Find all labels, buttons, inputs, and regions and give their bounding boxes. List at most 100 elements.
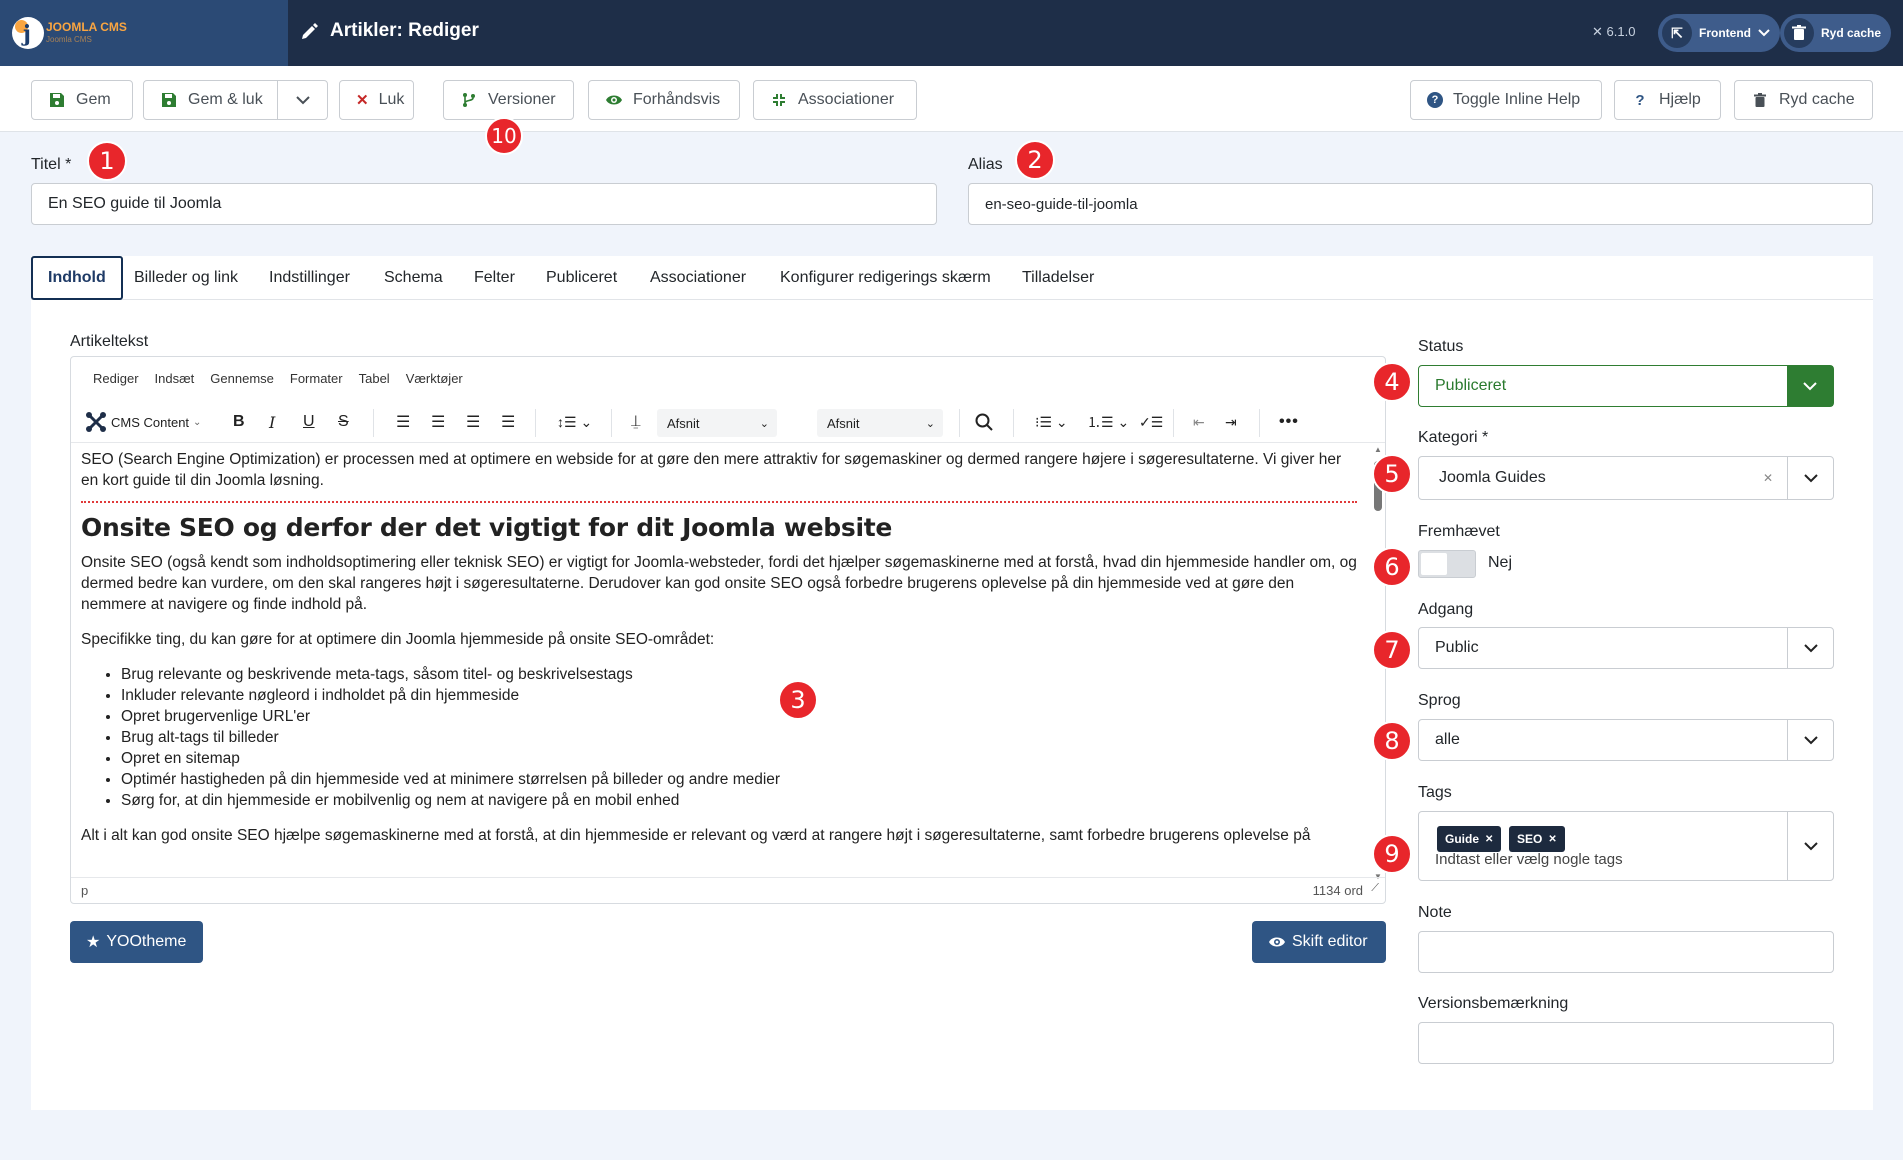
tab-permissions[interactable]: Tilladelser — [1022, 256, 1094, 300]
checklist-icon: ✓☰ — [1139, 413, 1164, 430]
floppy-disk-icon — [50, 93, 64, 107]
align-right-button[interactable]: ☰ — [466, 401, 480, 443]
tab-options[interactable]: Indstillinger — [269, 256, 350, 300]
alias-input[interactable]: en-seo-guide-til-joomla — [968, 183, 1873, 225]
remove-tag-icon[interactable]: ✕ — [1548, 834, 1556, 845]
chevron-down-icon — [1787, 628, 1833, 668]
indent-button[interactable]: ⇥ — [1225, 401, 1237, 443]
alias-label: Alias — [968, 156, 1003, 173]
versions-button[interactable]: Versioner — [443, 80, 574, 120]
tag-chip-guide[interactable]: Guide ✕ — [1437, 826, 1502, 852]
element-path[interactable]: p — [81, 883, 88, 898]
underline-button[interactable]: U — [303, 401, 315, 443]
featured-value: Nej — [1488, 554, 1513, 571]
menu-view[interactable]: Gennemse — [210, 371, 274, 393]
clear-icon[interactable]: ✕ — [1763, 471, 1773, 485]
line-height-dropdown[interactable]: ↕☰ ⌄ — [557, 401, 592, 443]
save-button[interactable]: Gem — [31, 80, 133, 120]
checklist-button[interactable]: ✓☰ — [1139, 401, 1163, 443]
menu-table[interactable]: Tabel — [359, 371, 390, 393]
bold-button[interactable]: B — [233, 401, 245, 443]
outdent-icon: ⇤ — [1193, 413, 1205, 430]
toolbar-separator — [535, 409, 536, 437]
font-format-select[interactable]: Afsnit ⌄ — [817, 409, 943, 437]
logo-text: JOOMLA CMS — [46, 20, 127, 34]
tab-images-links[interactable]: Billeder og link — [134, 256, 238, 300]
access-select[interactable]: Public — [1418, 627, 1834, 669]
tab-fields[interactable]: Felter — [474, 256, 515, 300]
featured-toggle[interactable] — [1418, 550, 1476, 578]
access-value: Public — [1435, 639, 1479, 656]
question-circle-icon: ? — [1427, 92, 1443, 108]
remove-tag-icon[interactable]: ✕ — [1485, 834, 1493, 845]
header-clear-cache-button[interactable]: Ryd cache — [1780, 14, 1892, 52]
cms-content-label: CMS Content — [111, 414, 190, 430]
resize-handle-icon[interactable]: ⟋ — [1371, 882, 1379, 895]
align-center-button[interactable]: ☰ — [431, 401, 445, 443]
toggle-inline-help-button[interactable]: ? Toggle Inline Help — [1410, 80, 1602, 120]
toolbar-separator — [1013, 409, 1014, 437]
callout-badge-9: 9 — [1372, 834, 1412, 874]
tag-chip-seo[interactable]: SEO ✕ — [1509, 826, 1565, 852]
close-button[interactable]: ✕ Luk — [339, 80, 414, 120]
menu-insert[interactable]: Indsæt — [155, 371, 195, 393]
note-input[interactable] — [1418, 931, 1834, 973]
page-title: Artikler: Rediger — [300, 20, 479, 42]
associations-button[interactable]: Associationer — [753, 80, 917, 120]
version-note-input[interactable] — [1418, 1022, 1834, 1064]
joomla-logo-icon — [12, 17, 44, 49]
scroll-up-icon: ▲ — [1374, 445, 1382, 454]
bold-icon: B — [233, 413, 245, 430]
tab-publishing[interactable]: Publiceret — [546, 256, 617, 300]
chevron-down-icon: ⌄ — [759, 417, 769, 430]
logo-area[interactable]: JOOMLA CMS Joomla CMS — [0, 0, 288, 66]
title-input[interactable]: En SEO guide til Joomla — [31, 183, 937, 225]
language-select[interactable]: alle — [1418, 719, 1834, 761]
cms-content-dropdown[interactable]: CMS Content ⌄ — [85, 401, 201, 443]
editor-statusbar: p 1134 ord ⟋ — [71, 877, 1385, 903]
toolbar: Gem Gem & luk ✕ Luk Versioner Forhåndsvi… — [0, 66, 1903, 132]
yootheme-button[interactable]: ★ YOOtheme — [70, 921, 203, 963]
block-format-select[interactable]: Afsnit ⌄ — [657, 409, 777, 437]
status-select[interactable]: Publiceret — [1418, 365, 1834, 407]
tab-schema[interactable]: Schema — [384, 256, 443, 300]
italic-button[interactable]: I — [269, 401, 275, 443]
clear-cache-label: Ryd cache — [1779, 91, 1855, 108]
editor-menubar: Rediger Indsæt Gennemse Formater Tabel V… — [71, 357, 1385, 393]
save-options-dropdown[interactable] — [278, 80, 328, 120]
external-link-icon: ⇱ — [1662, 18, 1692, 48]
justify-button[interactable]: ☰ — [501, 401, 515, 443]
tags-select[interactable]: Guide ✕ SEO ✕ Indtast eller vælg nogle t… — [1418, 811, 1834, 881]
editor-content[interactable]: SEO (Search Engine Optimization) er proc… — [81, 449, 1357, 877]
preview-button[interactable]: Forhåndsvis — [588, 80, 740, 120]
tab-configure-edit-screen[interactable]: Konfigurer redigerings skærm — [780, 256, 991, 300]
clear-cache-button[interactable]: Ryd cache — [1734, 80, 1873, 120]
font-format-value: Afsnit — [827, 415, 860, 431]
menu-edit[interactable]: Rediger — [93, 371, 139, 393]
bullet-list-dropdown[interactable]: ⁝☰ ⌄ — [1035, 401, 1068, 443]
tab-associations[interactable]: Associationer — [650, 256, 746, 300]
frontend-button[interactable]: ⇱ Frontend — [1658, 14, 1780, 52]
toggle-editor-button[interactable]: Skift editor — [1252, 921, 1386, 963]
outdent-button[interactable]: ⇤ — [1193, 401, 1205, 443]
help-button[interactable]: ? Hjælp — [1614, 80, 1721, 120]
format-painter-button[interactable]: ⍊ — [631, 401, 641, 443]
numbered-list-dropdown[interactable]: ⒈☰ ⌄ — [1087, 401, 1129, 443]
callout-badge-1: 1 — [87, 141, 127, 181]
menu-tools[interactable]: Værktøjer — [406, 371, 463, 393]
underline-icon: U — [303, 413, 315, 430]
menu-format[interactable]: Formater — [290, 371, 343, 393]
search-replace-button[interactable] — [975, 401, 993, 443]
align-left-button[interactable]: ☰ — [396, 401, 410, 443]
strikethrough-button[interactable]: S — [338, 401, 349, 443]
trash-icon — [1754, 92, 1766, 107]
tab-content[interactable]: Indhold — [31, 256, 123, 300]
list-item: Inkluder relevante nøgleord i indholdet … — [121, 685, 1357, 706]
toolbar-separator — [1173, 409, 1174, 437]
category-select[interactable]: Joomla Guides ✕ — [1418, 456, 1834, 500]
toolbar-separator — [373, 409, 374, 437]
more-tools-button[interactable]: ••• — [1279, 401, 1299, 443]
callout-badge-10: 10 — [485, 117, 523, 155]
word-count[interactable]: 1134 ord — [1313, 883, 1363, 898]
status-label: Status — [1418, 338, 1464, 355]
